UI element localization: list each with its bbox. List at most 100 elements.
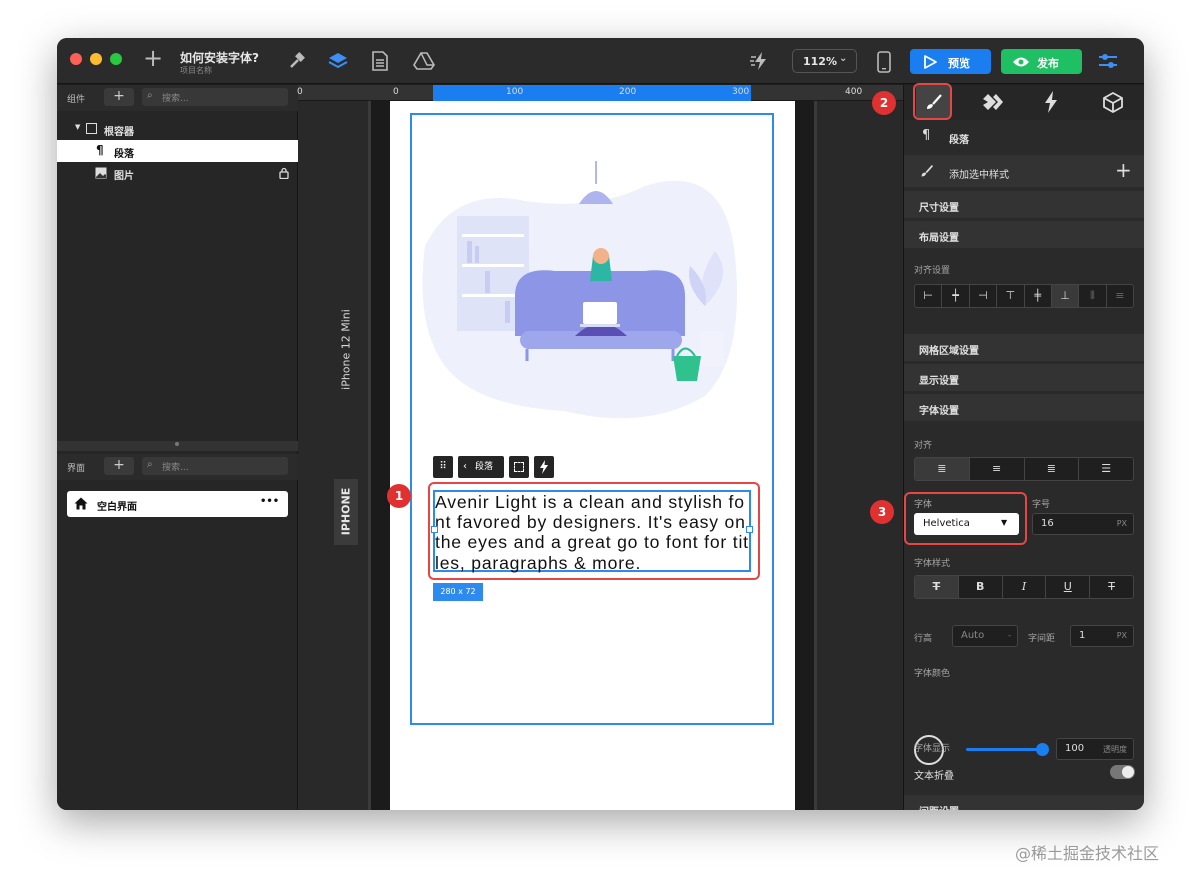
illustration-image [422, 161, 737, 419]
paragraph-icon: ¶ [96, 143, 104, 157]
minimize-window-button[interactable] [90, 53, 102, 65]
3d-box-icon[interactable] [1102, 91, 1124, 113]
section-layout[interactable]: 布局设置 [904, 221, 1144, 248]
toggle-knob [1122, 766, 1134, 778]
ruler-tick: 400 [845, 87, 863, 97]
panel-divider[interactable] [57, 441, 298, 451]
letter-spacing-unit: PX [1116, 631, 1127, 640]
annotation-badge-2: 2 [872, 91, 896, 115]
drag-handle-icon [175, 442, 179, 446]
zoom-value: 112% [803, 55, 837, 68]
preview-button[interactable]: 预览 [910, 49, 991, 74]
screen-search-placeholder: 搜索... [162, 463, 189, 473]
section-display[interactable]: 显示设置 [904, 364, 1144, 391]
device-phone-icon[interactable] [876, 50, 892, 74]
tree-item-image[interactable]: 图片 [57, 162, 298, 184]
image-icon [95, 167, 107, 179]
letter-spacing-input[interactable]: 1 PX [1070, 625, 1134, 647]
text-align-right-button[interactable]: ≣ [1025, 458, 1080, 480]
zoom-window-button[interactable] [110, 53, 122, 65]
drive-icon[interactable] [413, 51, 435, 71]
letter-spacing-value: 1 [1079, 630, 1086, 641]
component-search-input[interactable]: ⌕ 搜索... [142, 88, 288, 106]
line-height-input[interactable]: Auto - [952, 625, 1018, 647]
screens-label: 界面 [67, 464, 86, 474]
play-icon [924, 55, 937, 69]
app-window: + 如何安装字体? 项目名称 112% ⌄ 预览 发布 组件 + ⌕ 搜索...… [57, 38, 1144, 810]
align-top-button[interactable]: ⊤ [997, 285, 1025, 307]
drag-handle-button[interactable]: ⠿ [433, 456, 453, 478]
sliders-icon[interactable] [1097, 50, 1119, 72]
add-screen-button[interactable]: + [104, 457, 134, 475]
fit-size-button[interactable] [509, 456, 529, 478]
strikethrough-button[interactable]: T [1090, 576, 1133, 598]
opacity-input[interactable]: 100 透明度 [1056, 738, 1134, 760]
ruler-selection-highlight [433, 85, 751, 101]
tree-item-paragraph[interactable]: ¶ 段落 [57, 140, 298, 162]
ruler-tick: 300 [732, 87, 750, 97]
home-icon [74, 497, 88, 510]
section-font[interactable]: 字体设置 [904, 394, 1144, 421]
align-right-button[interactable]: ⊣ [970, 285, 998, 307]
ruler-tick: 200 [619, 87, 637, 97]
device-tab[interactable]: IPHONE [334, 479, 358, 545]
lock-icon[interactable] [279, 167, 289, 179]
add-icon[interactable]: + [143, 46, 163, 70]
clear-format-button[interactable]: T [915, 576, 959, 598]
opacity-slider-thumb[interactable] [1036, 743, 1049, 756]
element-type-label: 段落 [949, 135, 969, 146]
text-align-center-button[interactable]: ≡ [970, 458, 1025, 480]
line-height-value: Auto [961, 630, 985, 641]
zoom-select[interactable]: 112% ⌄ [792, 49, 857, 73]
section-grid[interactable]: 网格区域设置 [904, 334, 1144, 361]
publish-button[interactable]: 发布 [1001, 49, 1082, 74]
align-bottom-button[interactable]: ⊥ [1051, 285, 1080, 307]
canvas-area[interactable]: 0 0 100 200 300 400 iPhone 12 Mini IPHON… [297, 85, 903, 810]
document-title[interactable]: 如何安装字体? [180, 49, 259, 66]
text-align-justify-button[interactable]: ☰ [1079, 458, 1133, 480]
distribute-v-button[interactable]: ≡ [1107, 285, 1133, 307]
add-style-label: 添加选中样式 [949, 170, 1009, 181]
more-icon[interactable]: ••• [260, 496, 279, 507]
align-left-button[interactable]: ⊢ [915, 285, 943, 307]
select-parent-button[interactable]: ‹ 段落 [458, 456, 504, 478]
opacity-slider[interactable] [966, 743, 1049, 756]
layers-icon[interactable] [327, 50, 349, 72]
tree-item-label: 段落 [114, 149, 134, 160]
align-hcenter-button[interactable]: ┿ [942, 285, 970, 307]
text-align-left-button[interactable]: ≣ [915, 458, 970, 480]
distribute-h-button[interactable]: ⫴ [1079, 285, 1107, 307]
bold-button[interactable]: B [959, 576, 1003, 598]
add-style-row[interactable]: 添加选中样式 + [904, 155, 1144, 187]
right-panel: ¶ 段落 添加选中样式 + 尺寸设置 布局设置 对齐设置 ⊢ ┿ ⊣ ⊤ ╪ ⊥… [903, 85, 1144, 810]
text-align-controls: ≣ ≡ ≣ ☰ [914, 457, 1134, 481]
text-wrap-toggle[interactable] [1110, 765, 1135, 779]
caret-down-icon: ▼ [75, 123, 81, 131]
add-style-plus-icon[interactable]: + [1115, 158, 1132, 182]
hammer-icon[interactable] [287, 51, 307, 71]
phone-frame-left [368, 101, 390, 810]
screen-name: 空白界面 [97, 502, 137, 513]
interaction-bolt-icon[interactable] [750, 51, 772, 71]
section-spacing[interactable]: 间距设置 [904, 795, 1144, 810]
align-settings-label: 对齐设置 [914, 266, 951, 276]
phone-screen[interactable]: ⠿ ‹ 段落 Avenir Light is a clean and styli… [390, 101, 795, 810]
add-component-button[interactable]: + [104, 88, 134, 106]
interaction-button[interactable] [534, 456, 554, 478]
screen-item[interactable]: 空白界面 ••• [67, 491, 288, 517]
component-diamond-icon[interactable] [982, 93, 1004, 111]
document-icon[interactable] [371, 50, 389, 72]
search-icon: ⌕ [147, 459, 153, 470]
screen-search-input[interactable]: ⌕ 搜索... [142, 457, 288, 475]
close-window-button[interactable] [70, 53, 82, 65]
ruler-tick: 0 [297, 87, 303, 97]
italic-button[interactable]: I [1003, 576, 1047, 598]
font-size-input[interactable]: 16 PX [1032, 513, 1134, 535]
underline-button[interactable]: U [1046, 576, 1091, 598]
align-vcenter-button[interactable]: ╪ [1025, 285, 1052, 307]
section-size[interactable]: 尺寸设置 [904, 191, 1144, 218]
font-display-label: 字体显示 [914, 744, 951, 754]
tree-item-root-container[interactable]: ▼ 根容器 [57, 118, 298, 140]
project-name: 项目名称 [180, 66, 212, 75]
interactions-bolt-icon[interactable] [1043, 91, 1059, 113]
